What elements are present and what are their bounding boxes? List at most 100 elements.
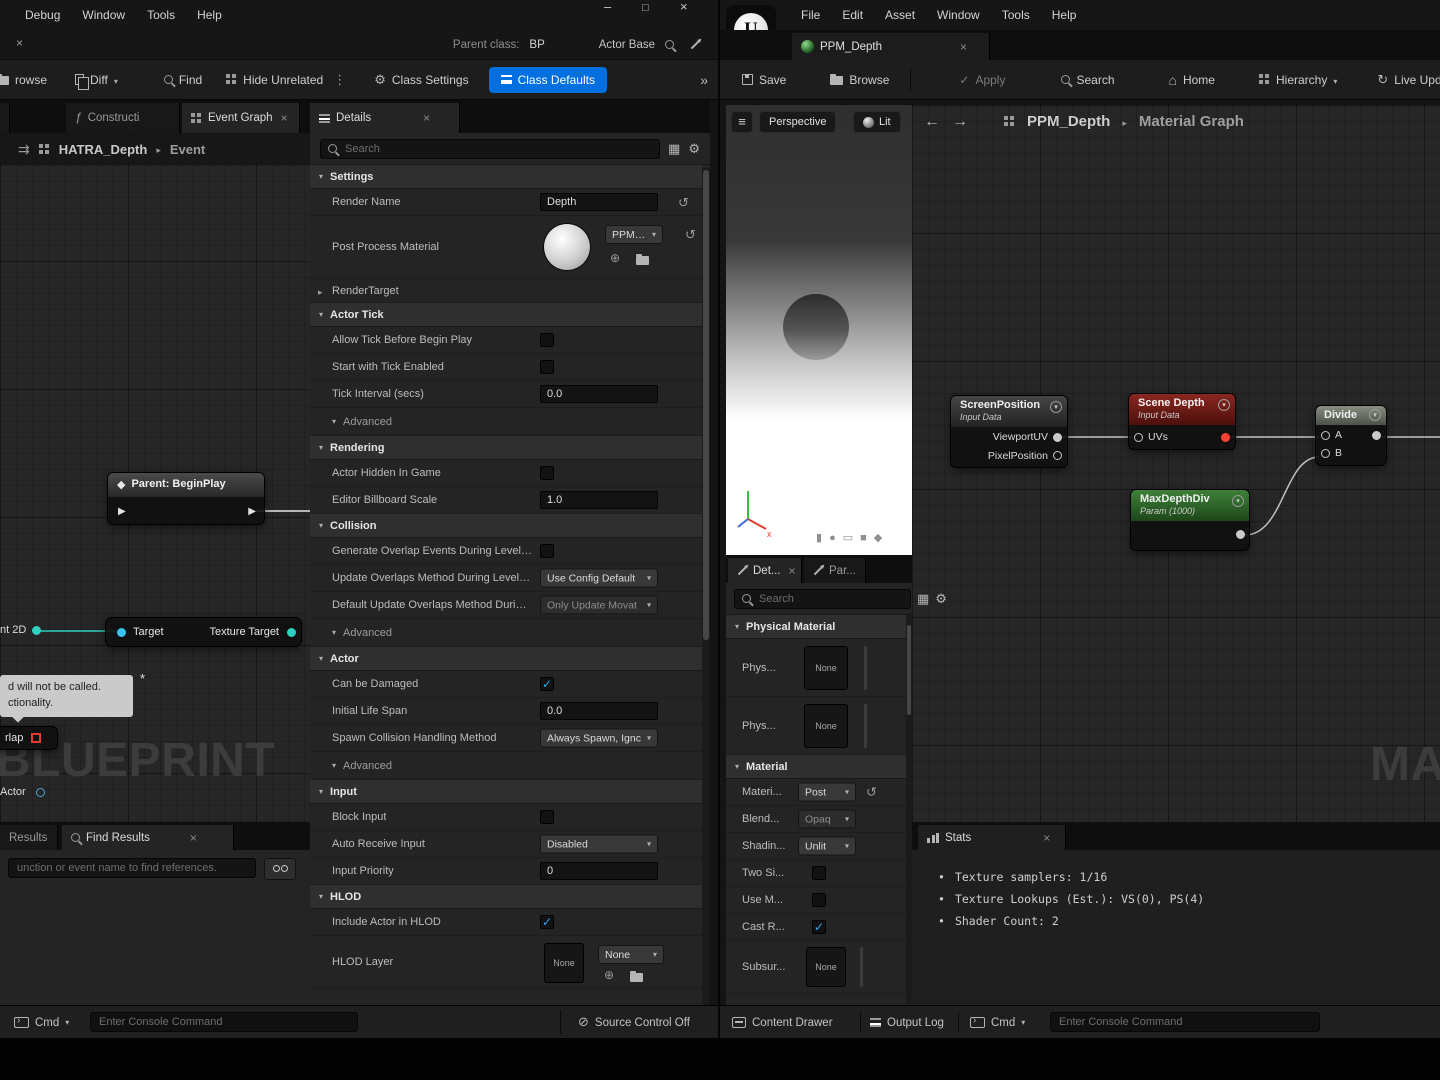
details-search[interactable] <box>320 138 661 159</box>
menu-file[interactable]: File <box>790 4 831 26</box>
mini-scrollbar[interactable] <box>860 947 863 987</box>
node-screen-position[interactable]: ScreenPosition Input Data ViewportUV Pix… <box>950 395 1068 468</box>
section-settings[interactable]: Settings <box>310 165 702 189</box>
use-selected-icon[interactable] <box>604 969 614 981</box>
two-sided-checkbox[interactable] <box>812 866 826 880</box>
menu-window[interactable]: Window <box>71 4 136 26</box>
section-actor-tick[interactable]: Actor Tick <box>310 303 702 327</box>
uvs-pin[interactable] <box>1134 432 1143 442</box>
search-button[interactable]: Search <box>1055 68 1120 92</box>
edit-icon[interactable] <box>690 40 700 49</box>
spawn-collision-dropdown[interactable]: Always Spawn, Ignc <box>540 728 658 748</box>
forward-icon[interactable] <box>952 114 968 130</box>
lit-button[interactable]: Lit <box>853 111 901 133</box>
tab-parameters[interactable]: Par... <box>804 558 866 583</box>
divide-b-pin[interactable] <box>1321 448 1330 458</box>
settings-gear-icon[interactable] <box>688 142 700 155</box>
material-graph[interactable]: MA PPM_Depth Material Graph ScreenPositi… <box>912 105 1440 822</box>
include-hlod-checkbox[interactable] <box>540 915 554 929</box>
section-rendering[interactable]: Rendering <box>310 436 702 460</box>
mini-scrollbar[interactable] <box>864 704 867 748</box>
advanced-expander[interactable]: Advanced <box>310 619 702 647</box>
tab-results-partial[interactable]: Results <box>0 825 58 850</box>
material-thumbnail[interactable] <box>544 224 590 270</box>
browse-button[interactable]: Browse <box>824 68 895 92</box>
blueprint-graph[interactable]: BLUEPRINT HATRA_Depth Event Parent: Begi… <box>0 133 310 822</box>
viewportuv-pin[interactable] <box>1053 432 1062 442</box>
actor-pin[interactable] <box>36 788 45 797</box>
reset-icon[interactable] <box>866 786 877 799</box>
menu-tools[interactable]: Tools <box>136 4 186 26</box>
node-overlap-partial[interactable]: rlap <box>0 726 58 750</box>
block-input-checkbox[interactable] <box>540 810 554 824</box>
class-defaults-button[interactable]: Class Defaults <box>488 66 607 93</box>
ppm-asset-dropdown[interactable]: PPM_D <box>605 225 663 244</box>
reset-icon[interactable] <box>678 196 689 209</box>
collapse-icon[interactable] <box>1369 409 1381 421</box>
input-priority-field[interactable]: 0 <box>540 862 658 880</box>
node-scene-depth[interactable]: Scene Depth Input Data UVs <box>1128 393 1236 450</box>
use-selected-icon[interactable] <box>610 252 620 264</box>
tab-close-icon[interactable] <box>16 37 23 49</box>
grid-view-icon[interactable] <box>917 592 929 605</box>
node-parent-beginplay[interactable]: Parent: BeginPlay <box>107 472 265 525</box>
menu-asset[interactable]: Asset <box>874 4 926 26</box>
shading-model-dropdown[interactable]: Unlit <box>798 836 856 856</box>
tab-material-details[interactable]: Det... <box>728 558 802 583</box>
breadcrumb-root[interactable]: PPM_Depth <box>1027 113 1110 130</box>
life-span-field[interactable]: 0.0 <box>540 702 658 720</box>
texture-target-pin[interactable] <box>287 628 296 637</box>
menu-debug[interactable]: Debug <box>14 4 71 26</box>
breadcrumb-root[interactable]: HATRA_Depth <box>59 142 148 157</box>
divide-a-pin[interactable] <box>1321 430 1330 440</box>
close-tab-icon[interactable] <box>281 112 288 124</box>
browse-to-asset-icon[interactable] <box>636 254 649 265</box>
back-icon[interactable] <box>924 114 940 130</box>
start-tick-checkbox[interactable] <box>540 360 554 374</box>
browse-to-asset-icon[interactable] <box>630 971 643 982</box>
class-settings-button[interactable]: Class Settings <box>368 68 474 92</box>
close-icon[interactable] <box>680 0 718 30</box>
hide-unrelated-button[interactable]: Hide Unrelated <box>220 68 329 92</box>
hlod-layer-thumbnail[interactable]: None <box>544 943 584 983</box>
param-output-pin[interactable] <box>1236 530 1245 539</box>
exec-out-pin[interactable] <box>248 504 256 517</box>
tick-interval-field[interactable]: 0.0 <box>540 385 658 403</box>
hierarchy-button[interactable]: Hierarchy <box>1253 68 1343 92</box>
exec-in-pin[interactable] <box>118 504 126 517</box>
close-tab-icon[interactable] <box>960 41 967 53</box>
close-tab-icon[interactable] <box>423 112 430 124</box>
menu-help[interactable]: Help <box>186 4 233 26</box>
advanced-expander[interactable]: Advanced <box>310 752 702 780</box>
cmd-button[interactable]: Cmd <box>970 1006 1025 1038</box>
console-command-input[interactable] <box>1050 1012 1320 1032</box>
mini-scrollbar[interactable] <box>864 646 867 690</box>
section-actor[interactable]: Actor <box>310 647 702 671</box>
tab-event-graph[interactable]: Event Graph <box>182 103 300 133</box>
breadcrumb-leaf[interactable]: Event <box>170 142 205 157</box>
sphere-shape-icon[interactable]: ● <box>829 532 836 544</box>
more-options-icon[interactable] <box>333 73 346 86</box>
allow-tick-checkbox[interactable] <box>540 333 554 347</box>
details-search-input[interactable] <box>757 591 903 606</box>
home-button[interactable]: Home <box>1163 68 1221 92</box>
plane-shape-icon[interactable]: ▭ <box>843 531 853 544</box>
output-log-button[interactable]: Output Log <box>870 1006 944 1038</box>
material-domain-dropdown[interactable]: Post <box>798 782 856 802</box>
comment-bubble[interactable]: d will not be called. ctionality. * <box>0 671 145 723</box>
section-collision[interactable]: Collision <box>310 514 702 538</box>
mesh-shape-icon[interactable]: ◆ <box>874 531 882 544</box>
tab-sliver[interactable] <box>0 103 10 133</box>
render-name-field[interactable]: Depth <box>540 193 658 211</box>
phys-material-thumbnail[interactable]: None <box>804 646 848 690</box>
source-control-status[interactable]: Source Control Off <box>578 1006 690 1038</box>
cylinder-shape-icon[interactable]: ▮ <box>816 531 822 544</box>
tab-ppm-depth[interactable]: PPM_Depth <box>792 33 990 60</box>
tab-stats[interactable]: Stats <box>918 825 1066 850</box>
cmd-button[interactable]: Cmd <box>14 1006 69 1038</box>
hlod-layer-dropdown[interactable]: None <box>598 945 664 964</box>
delegate-square-icon[interactable] <box>31 733 42 743</box>
search-icon[interactable] <box>665 40 674 49</box>
generate-overlap-checkbox[interactable] <box>540 544 554 558</box>
minimize-icon[interactable] <box>604 0 642 30</box>
